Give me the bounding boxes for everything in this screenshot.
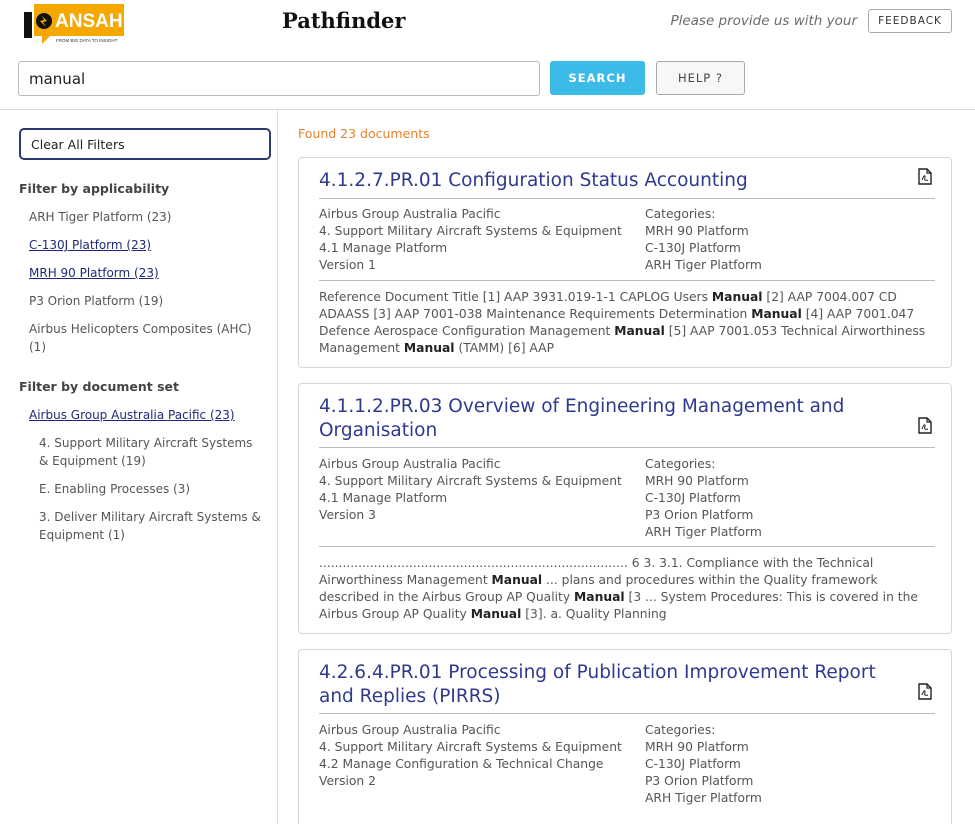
help-button[interactable]: HELP ? [656, 61, 745, 95]
filter-support-military[interactable]: 4. Support Military Aircraft Systems & E… [39, 434, 264, 470]
category-item: C-130J Platform [645, 241, 741, 255]
title-rule [319, 447, 935, 448]
title-rule [319, 198, 935, 199]
meta-line: 4. Support Military Aircraft Systems & E… [319, 224, 622, 238]
filter-airbus-group[interactable]: Airbus Group Australia Pacific (23) [29, 406, 269, 424]
result-card: 4.1.1.2.PR.03 Overview of Engineering Ma… [298, 383, 952, 634]
category-item: ARH Tiger Platform [645, 791, 762, 805]
filter-arh-tiger[interactable]: ARH Tiger Platform (23) [29, 208, 269, 226]
filter-p3-orion[interactable]: P3 Orion Platform (19) [29, 292, 269, 310]
filter-c130j[interactable]: C-130J Platform (23) [29, 236, 269, 254]
result-snippet: Reference Document Title [1] AAP 3931.01… [319, 290, 926, 355]
result-title[interactable]: 4.2.6.4.PR.01 Processing of Publication … [319, 661, 909, 709]
result-title[interactable]: 4.1.2.7.PR.01 Configuration Status Accou… [319, 169, 909, 193]
doc-categories: Categories: MRH 90 Platform C-130J Platf… [645, 722, 925, 807]
meta-line: Airbus Group Australia Pacific [319, 723, 501, 737]
feedback-button[interactable]: FEEDBACK [868, 9, 952, 33]
filter-ahc[interactable]: Airbus Helicopters Composites (AHC) (1) [29, 320, 269, 356]
meta-line: 4. Support Military Aircraft Systems & E… [319, 474, 622, 488]
result-snippet: ........................................… [319, 556, 918, 621]
sidebar-divider [277, 110, 278, 824]
applicability-heading: Filter by applicability [19, 181, 170, 196]
result-title[interactable]: 4.1.1.2.PR.03 Overview of Engineering Ma… [319, 395, 909, 443]
clear-filters-button[interactable]: Clear All Filters [19, 128, 271, 160]
doc-meta: Airbus Group Australia Pacific 4. Suppor… [319, 722, 639, 790]
title-rule [319, 713, 935, 714]
categories-label: Categories: [645, 457, 716, 471]
meta-rule [319, 280, 935, 281]
meta-line: Airbus Group Australia Pacific [319, 207, 501, 221]
feedback-prompt: Please provide us with your [670, 13, 857, 29]
meta-line: 4.1 Manage Platform [319, 491, 448, 505]
logo-text: ANSAH [55, 11, 123, 32]
doc-meta: Airbus Group Australia Pacific 4. Suppor… [319, 206, 639, 274]
results-count: Found 23 documents [298, 126, 430, 141]
result-card: 4.1.2.7.PR.01 Configuration Status Accou… [298, 157, 952, 368]
meta-line: Version 2 [319, 774, 376, 788]
category-item: MRH 90 Platform [645, 740, 749, 754]
meta-line: Airbus Group Australia Pacific [319, 457, 501, 471]
docset-heading: Filter by document set [19, 379, 179, 394]
header-divider [0, 109, 975, 110]
meta-rule [319, 546, 935, 547]
filter-mrh90[interactable]: MRH 90 Platform (23) [29, 264, 269, 282]
category-item: MRH 90 Platform [645, 474, 749, 488]
doc-categories: Categories: MRH 90 Platform C-130J Platf… [645, 456, 925, 541]
category-item: C-130J Platform [645, 491, 741, 505]
search-button[interactable]: SEARCH [550, 61, 645, 95]
category-item: P3 Orion Platform [645, 774, 754, 788]
category-item: P3 Orion Platform [645, 508, 754, 522]
meta-line: 4.1 Manage Platform [319, 241, 448, 255]
meta-line: 4. Support Military Aircraft Systems & E… [319, 740, 622, 754]
logo-tagline: FROM BIG DATA TO INSIGHT [56, 38, 118, 43]
filter-enabling-processes[interactable]: E. Enabling Processes (3) [39, 480, 264, 498]
filter-deliver-military[interactable]: 3. Deliver Military Aircraft Systems & E… [39, 508, 264, 544]
category-item: C-130J Platform [645, 757, 741, 771]
category-item: ARH Tiger Platform [645, 258, 762, 272]
doc-categories: Categories: MRH 90 Platform C-130J Platf… [645, 206, 925, 274]
result-card: 4.2.6.4.PR.01 Processing of Publication … [298, 649, 952, 824]
category-item: ARH Tiger Platform [645, 525, 762, 539]
categories-label: Categories: [645, 723, 716, 737]
meta-line: Version 1 [319, 258, 376, 272]
meta-line: Version 3 [319, 508, 376, 522]
pdf-icon[interactable] [918, 417, 932, 434]
app-title: Pathfinder [282, 8, 406, 33]
pdf-icon[interactable] [918, 168, 932, 185]
doc-meta: Airbus Group Australia Pacific 4. Suppor… [319, 456, 639, 524]
search-input[interactable] [18, 61, 540, 96]
ansah-logo[interactable]: ANSAH FROM BIG DATA TO INSIGHT [20, 2, 128, 46]
meta-line: 4.2 Manage Configuration & Technical Cha… [319, 757, 604, 771]
pdf-icon[interactable] [918, 683, 932, 700]
categories-label: Categories: [645, 207, 716, 221]
category-item: MRH 90 Platform [645, 224, 749, 238]
